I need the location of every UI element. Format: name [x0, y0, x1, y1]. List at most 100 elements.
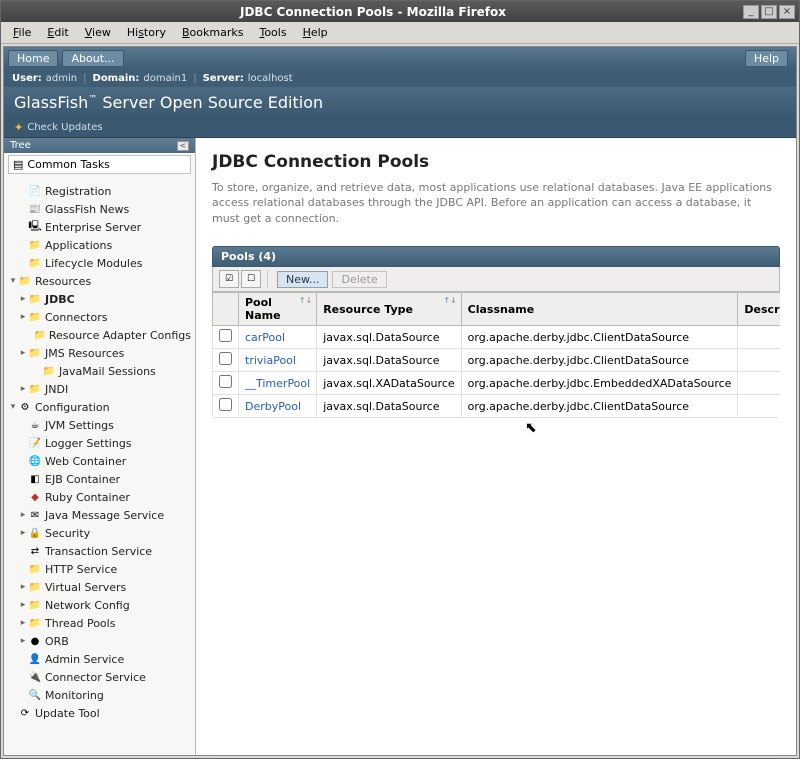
table-row: triviaPooljavax.sql.DataSourceorg.apache…	[213, 349, 781, 372]
pools-header: Pools (4)	[212, 246, 780, 267]
tree-item-label: Connector Service	[45, 671, 146, 684]
tree-item[interactable]: EJB Container	[4, 470, 195, 488]
tree-item-label: EJB Container	[45, 473, 120, 486]
cell-classname: org.apache.derby.jdbc.ClientDataSource	[461, 349, 738, 372]
pool-name-link[interactable]: carPool	[245, 331, 285, 344]
menu-history[interactable]: History	[119, 24, 174, 41]
col-description[interactable]: Description	[738, 293, 780, 326]
tree-item[interactable]: ▸Connectors	[4, 308, 195, 326]
tree-item-label: Logger Settings	[45, 437, 132, 450]
doc-icon	[28, 184, 42, 198]
maximize-button[interactable]: □	[761, 5, 777, 19]
server-value: localhost	[248, 73, 293, 84]
tree-item[interactable]: Connector Service	[4, 668, 195, 686]
folder-icon	[28, 256, 42, 270]
tree-item[interactable]: ▸ORB	[4, 632, 195, 650]
select-all-button[interactable]: ☑	[219, 270, 239, 288]
tree-item[interactable]: JVM Settings	[4, 416, 195, 434]
tree-item[interactable]: ▸JMS Resources	[4, 344, 195, 362]
content-area: JDBC Connection Pools To store, organize…	[196, 138, 796, 755]
menu-edit[interactable]: Edit	[39, 24, 76, 41]
tree-item[interactable]: Ruby Container	[4, 488, 195, 506]
tree-item[interactable]: Web Container	[4, 452, 195, 470]
sidebar-collapse-button[interactable]: <	[177, 141, 189, 151]
menubar: File Edit View History Bookmarks Tools H…	[1, 22, 799, 44]
brand-tm: ™	[88, 95, 97, 105]
cell-classname: org.apache.derby.jdbc.ClientDataSource	[461, 326, 738, 349]
menu-help[interactable]: Help	[295, 24, 336, 41]
pool-name-link[interactable]: triviaPool	[245, 354, 296, 367]
tree-item-label: Ruby Container	[45, 491, 130, 504]
tree-item[interactable]: ▾Resources	[4, 272, 195, 290]
col-pool-name[interactable]: Pool Name↑↓	[239, 293, 317, 326]
menu-tools[interactable]: Tools	[251, 24, 294, 41]
nav-tree: RegistrationGlassFish NewsEnterprise Ser…	[4, 178, 195, 755]
tree-item-label: Network Config	[45, 599, 130, 612]
tree-item[interactable]: GlassFish News	[4, 200, 195, 218]
cell-classname: org.apache.derby.jdbc.EmbeddedXADataSour…	[461, 372, 738, 395]
table-row: DerbyPool javax.sql.DataSourceorg.apache.…	[213, 395, 781, 418]
delete-button[interactable]: Delete	[332, 271, 386, 288]
row-checkbox[interactable]	[213, 372, 239, 395]
tree-item[interactable]: Lifecycle Modules	[4, 254, 195, 272]
tree-item[interactable]: ▸Security	[4, 524, 195, 542]
row-checkbox[interactable]	[213, 395, 239, 418]
col-classname[interactable]: Classname	[461, 293, 738, 326]
menu-file[interactable]: File	[5, 24, 39, 41]
tree-item[interactable]: Enterprise Server	[4, 218, 195, 236]
tree-item[interactable]: ▸Thread Pools	[4, 614, 195, 632]
pool-name-link[interactable]: __TimerPool	[245, 377, 310, 390]
tree-arrow-icon: ▸	[18, 312, 28, 322]
cell-resource-type: javax.sql.DataSource	[317, 395, 461, 418]
tree-item[interactable]: Update Tool	[4, 704, 195, 722]
about-button[interactable]: About...	[62, 50, 123, 67]
lock-icon	[28, 526, 42, 540]
tree-item[interactable]: Transaction Service	[4, 542, 195, 560]
tree-item[interactable]: Applications	[4, 236, 195, 254]
cell-classname: org.apache.derby.jdbc.ClientDataSource	[461, 395, 738, 418]
check-updates-link[interactable]: ✦ Check Updates	[4, 118, 796, 138]
tree-item[interactable]: Logger Settings	[4, 434, 195, 452]
col-resource-type[interactable]: Resource Type↑↓	[317, 293, 461, 326]
tree-item[interactable]: JavaMail Sessions	[4, 362, 195, 380]
tree-item[interactable]: Monitoring	[4, 686, 195, 704]
pools-panel: Pools (4) ☑ ☐ New... Delete Pool Name↑↓	[212, 246, 780, 418]
close-button[interactable]: ×	[779, 5, 795, 19]
browser-window: JDBC Connection Pools - Mozilla Firefox …	[0, 0, 800, 759]
cell-description	[738, 372, 780, 395]
admin-icon	[28, 652, 42, 666]
tree-item[interactable]: ▸Java Message Service	[4, 506, 195, 524]
new-button[interactable]: New...	[277, 271, 328, 288]
menu-view[interactable]: View	[77, 24, 119, 41]
user-label: User:	[12, 73, 42, 84]
tree-item[interactable]: HTTP Service	[4, 560, 195, 578]
tree-item-label: JavaMail Sessions	[59, 365, 156, 378]
pool-name-link[interactable]: DerbyPool	[245, 400, 301, 413]
minimize-button[interactable]: _	[743, 5, 759, 19]
deselect-all-button[interactable]: ☐	[241, 270, 261, 288]
tree-item[interactable]: ▸Virtual Servers	[4, 578, 195, 596]
domain-label: Domain:	[93, 73, 140, 84]
web-icon	[28, 454, 42, 468]
cell-resource-type: javax.sql.XADataSource	[317, 372, 461, 395]
tree-item[interactable]: Admin Service	[4, 650, 195, 668]
tree-item[interactable]: ▸JDBC	[4, 290, 195, 308]
row-checkbox[interactable]	[213, 326, 239, 349]
menu-bookmarks[interactable]: Bookmarks	[174, 24, 251, 41]
tree-item[interactable]: ▸Network Config	[4, 596, 195, 614]
sort-icon: ↑↓	[443, 296, 456, 305]
msg-icon	[28, 508, 42, 522]
help-button[interactable]: Help	[745, 50, 788, 67]
tree-item-label: ORB	[45, 635, 69, 648]
tree-item[interactable]: Resource Adapter Configs	[4, 326, 195, 344]
home-button[interactable]: Home	[8, 50, 58, 67]
tree-item-label: JVM Settings	[45, 419, 114, 432]
common-tasks-label: Common Tasks	[27, 158, 110, 171]
tree-item[interactable]: ▸JNDI	[4, 380, 195, 398]
pools-table: Pool Name↑↓ Resource Type↑↓ Classname De…	[212, 292, 780, 418]
common-tasks[interactable]: ▤ Common Tasks	[8, 155, 191, 174]
tree-item[interactable]: ▾Configuration	[4, 398, 195, 416]
tree-arrow-icon: ▸	[18, 384, 28, 394]
row-checkbox[interactable]	[213, 349, 239, 372]
tree-item[interactable]: Registration	[4, 182, 195, 200]
